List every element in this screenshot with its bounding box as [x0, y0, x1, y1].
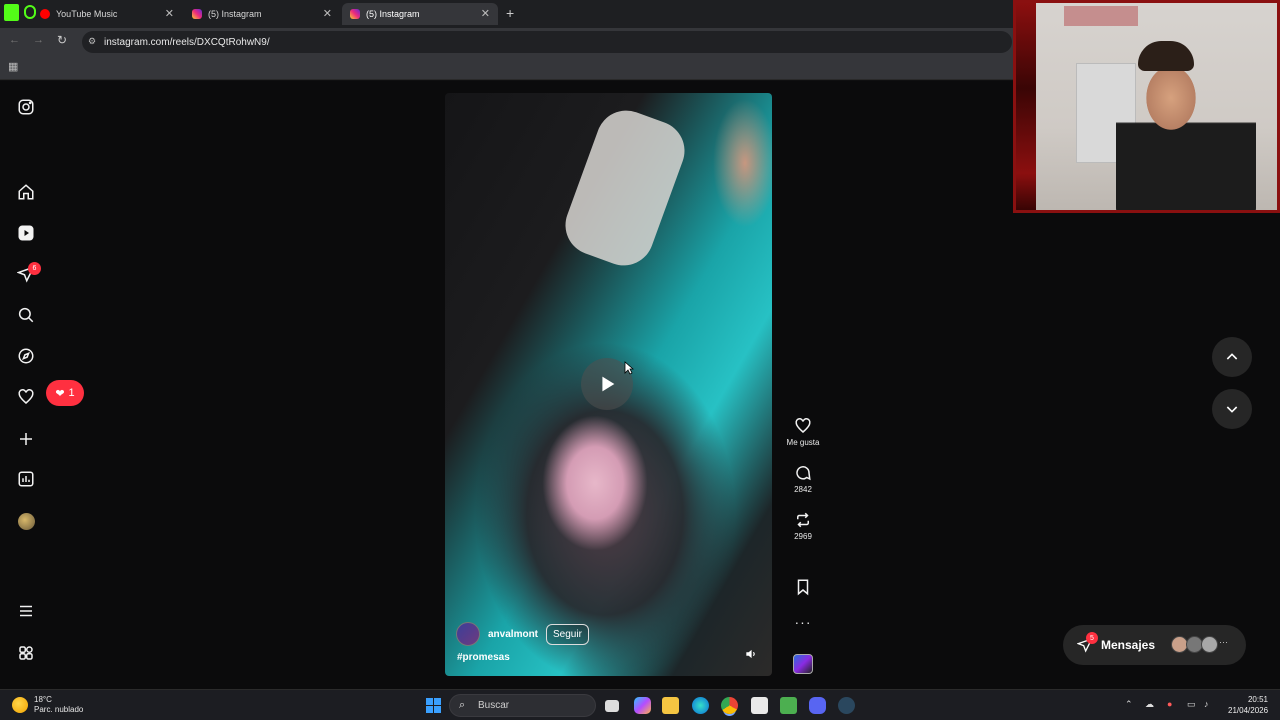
comment-count: 2842	[794, 485, 812, 494]
instagram-logo-icon[interactable]	[16, 97, 36, 117]
instagram-icon	[350, 9, 360, 19]
more-options-icon[interactable]: ···	[783, 614, 823, 630]
microphone-icon[interactable]: ●	[1167, 699, 1172, 709]
heart-icon: ❤	[55, 387, 65, 400]
webcam-poster	[1064, 6, 1138, 26]
avatar	[1201, 636, 1218, 653]
close-icon[interactable]: ✕	[165, 7, 174, 20]
weather-desc: Parc. nublado	[34, 705, 84, 714]
like-button[interactable]: Me gusta	[783, 417, 823, 447]
task-view-icon[interactable]	[605, 700, 619, 712]
notifications-icon[interactable]	[16, 387, 36, 407]
notification-pill[interactable]: ❤ 1	[46, 380, 84, 406]
back-icon[interactable]: ←	[9, 34, 20, 46]
edge-icon[interactable]	[692, 697, 709, 714]
messages-badge: 5	[1086, 632, 1098, 644]
youtube-music-icon	[40, 9, 50, 19]
more-avatars-icon: ···	[1219, 637, 1228, 647]
url-text: instagram.com/reels/DXCQtRohwN9/	[104, 36, 270, 48]
previous-reel-button[interactable]	[1212, 337, 1252, 377]
video-scene-pillow	[557, 102, 693, 274]
sidebar: 6 ❤ 1	[0, 81, 84, 689]
tab-title: (5) Instagram	[366, 9, 420, 19]
repost-icon	[797, 512, 809, 528]
minecraft-icon[interactable]	[780, 697, 797, 714]
more-menu-icon[interactable]	[16, 601, 36, 621]
follow-button[interactable]: Seguir	[546, 623, 589, 645]
heart-outline-icon	[795, 418, 811, 433]
close-icon[interactable]: ✕	[323, 7, 332, 20]
messages-badge: 6	[28, 262, 41, 275]
webcam-overlay	[1013, 0, 1280, 213]
kick-extension-icon[interactable]	[4, 4, 19, 21]
weather-temp: 18°C	[34, 695, 52, 704]
explore-icon[interactable]	[16, 346, 36, 366]
tray-chevron-up-icon[interactable]: ⌃	[1125, 699, 1133, 710]
author-username[interactable]: anvalmont	[488, 629, 538, 640]
comment-icon	[796, 466, 811, 481]
chrome-icon[interactable]	[721, 697, 738, 714]
search-icon: ⌕	[459, 699, 466, 711]
tab-instagram[interactable]: (5) Instagram ✕	[184, 3, 340, 25]
chevron-up-icon	[1226, 353, 1238, 360]
close-icon[interactable]: ✕	[481, 7, 490, 20]
search-placeholder: Buscar	[478, 700, 510, 711]
copilot-icon[interactable]	[634, 697, 651, 714]
file-explorer-icon[interactable]	[662, 697, 679, 714]
search-icon[interactable]	[16, 305, 36, 325]
notification-count: 1	[68, 387, 75, 399]
reel-author: anvalmont Seguir	[456, 622, 589, 646]
tab-youtube-music[interactable]: YouTube Music ✕	[32, 3, 182, 25]
reload-icon[interactable]: ↻	[57, 33, 67, 47]
webcam-frame-decoration	[1016, 3, 1036, 210]
tab-title: YouTube Music	[56, 9, 118, 19]
save-button[interactable]	[783, 578, 823, 599]
clock[interactable]: 20:51 21/04/2026	[1228, 694, 1268, 716]
tab-title: (5) Instagram	[208, 9, 262, 19]
tray-app-icon[interactable]: ☁	[1145, 699, 1154, 710]
like-label: Me gusta	[786, 438, 820, 447]
taskbar-search[interactable]: ⌕ Buscar	[449, 694, 596, 717]
dashboard-icon[interactable]	[16, 469, 36, 489]
windows-start-icon[interactable]	[426, 698, 441, 713]
audio-thumbnail[interactable]	[793, 654, 813, 674]
site-info-icon[interactable]: ⚙	[88, 36, 96, 47]
profile-avatar[interactable]	[18, 513, 35, 530]
author-avatar[interactable]	[456, 622, 480, 646]
network-icon[interactable]: ▭	[1187, 699, 1196, 710]
new-tab-icon[interactable]: +	[506, 5, 514, 21]
chevron-down-icon	[1226, 406, 1238, 413]
messages-label: Mensajes	[1101, 638, 1156, 652]
discord-icon[interactable]	[809, 697, 826, 714]
next-reel-button[interactable]	[1212, 389, 1252, 429]
steam-icon[interactable]	[838, 697, 855, 714]
volume-icon[interactable]: ♪	[1204, 699, 1209, 709]
weather-widget[interactable]: 18°C Parc. nublado	[12, 695, 83, 715]
apps-grid-icon[interactable]: ▦	[8, 60, 18, 73]
webcam-person-hair	[1138, 41, 1194, 71]
instagram-icon	[192, 9, 202, 19]
address-bar[interactable]: ⚙ instagram.com/reels/DXCQtRohwN9/	[82, 31, 1012, 53]
volume-icon[interactable]	[744, 647, 758, 661]
weather-icon	[12, 697, 28, 713]
bookmark-icon	[797, 579, 809, 596]
forward-icon[interactable]: →	[33, 34, 44, 46]
repost-count: 2969	[794, 532, 812, 541]
store-icon[interactable]	[751, 697, 768, 714]
mouse-cursor-icon	[624, 361, 634, 375]
time: 20:51	[1247, 695, 1268, 704]
create-icon[interactable]	[16, 429, 36, 449]
windows-taskbar: 18°C Parc. nublado ⌕ Buscar ⌃ ☁ ● ▭ ♪ 20…	[0, 689, 1280, 720]
home-icon[interactable]	[16, 182, 36, 202]
comment-button[interactable]: 2842	[783, 464, 823, 494]
date: 21/04/2026	[1228, 706, 1269, 715]
reels-icon[interactable]	[16, 223, 36, 243]
repost-button[interactable]: 2969	[783, 511, 823, 541]
also-from-meta-icon[interactable]	[16, 643, 36, 663]
reel-caption[interactable]: #promesas	[457, 652, 510, 663]
tab-instagram-active[interactable]: (5) Instagram ✕	[342, 3, 498, 25]
